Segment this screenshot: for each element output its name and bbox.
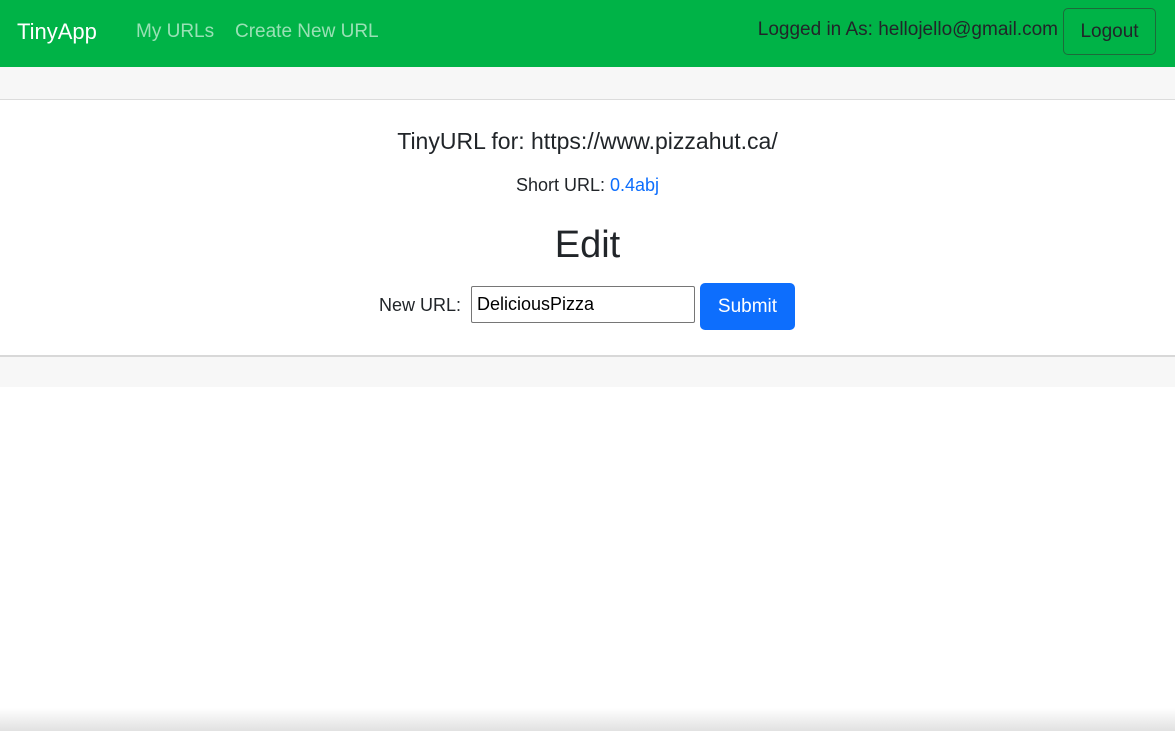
brand-link[interactable]: TinyApp	[17, 16, 97, 48]
logged-in-text: Logged in As: hellojello@gmail.com	[757, 19, 1058, 40]
nav-my-urls-link[interactable]: My URLs	[136, 19, 214, 45]
short-url-label: Short URL:	[515, 175, 605, 195]
top-band	[0, 67, 1175, 100]
nav-create-new-url-link[interactable]: Create New URL	[235, 19, 379, 45]
short-url-line: Short URL: 0.4abj	[0, 173, 1175, 198]
short-url-link[interactable]: 0.4abj	[610, 175, 659, 195]
edit-heading: Edit	[554, 224, 621, 266]
page-title: TinyURL for: https://www.pizzahut.ca/	[397, 128, 778, 154]
window-bottom-shadow	[0, 708, 1175, 731]
navbar: TinyApp My URLs Create New URL Logged in…	[0, 0, 1175, 67]
new-url-label: New URL:	[379, 295, 462, 315]
submit-button[interactable]: Submit	[700, 283, 795, 330]
edit-url-form: New URL: Submit	[0, 283, 1175, 330]
bottom-band	[0, 357, 1175, 387]
logout-button[interactable]: Logout	[1063, 8, 1156, 55]
new-url-input[interactable]	[471, 286, 695, 323]
